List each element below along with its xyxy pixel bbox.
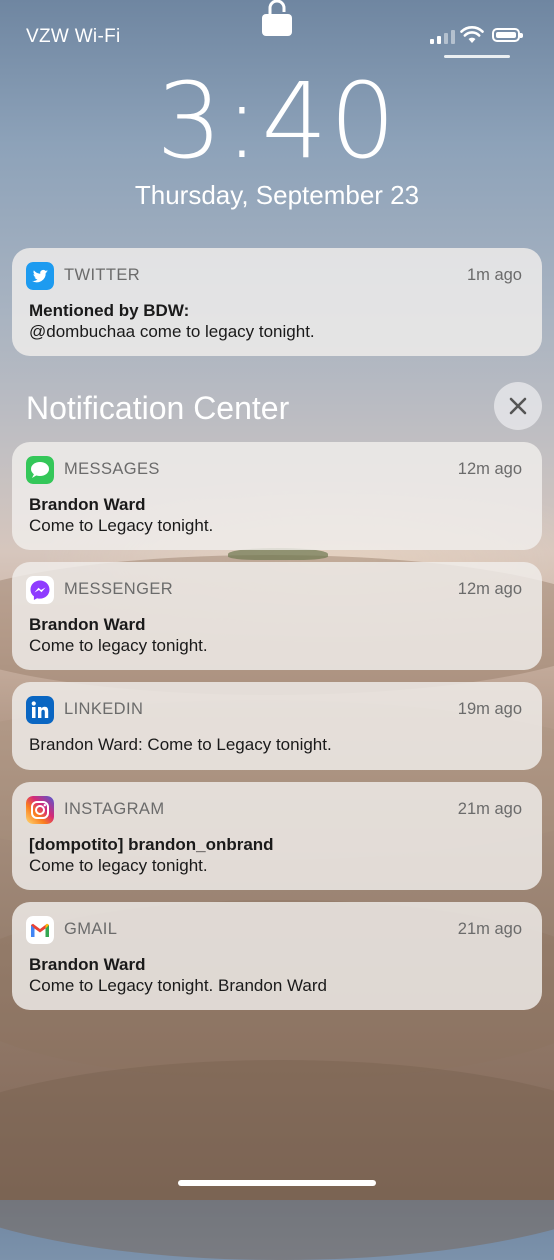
- linkedin-icon: [26, 696, 54, 724]
- time-ago: 21m ago: [457, 920, 522, 938]
- gmail-icon: [26, 916, 54, 944]
- notification-title: Brandon Ward: [29, 615, 146, 634]
- lock-time: 3:40: [156, 60, 398, 182]
- messenger-icon: [26, 576, 54, 604]
- notification-title: Brandon Ward: [29, 955, 146, 974]
- twitter-icon: [26, 262, 54, 290]
- cellular-signal-icon: [430, 30, 455, 44]
- notification-body: @dombuchaa come to legacy tonight.: [29, 322, 315, 341]
- notification-title: [dompotito] brandon_onbrand: [29, 835, 274, 854]
- time-ago: 19m ago: [457, 700, 522, 718]
- notification-body: Come to legacy tonight.: [29, 636, 208, 655]
- notification-linkedin[interactable]: LINKEDIN 19m ago Brandon Ward: Come to L…: [12, 682, 542, 770]
- app-name: INSTAGRAM: [64, 800, 165, 818]
- app-name: GMAIL: [64, 920, 118, 938]
- wifi-icon: [460, 26, 484, 43]
- battery-icon: [492, 28, 523, 42]
- notification-messages[interactable]: MESSAGES 12m ago Brandon Ward Come to Le…: [12, 442, 542, 550]
- notification-twitter[interactable]: TWITTER 1m ago Mentioned by BDW: @dombuc…: [12, 248, 542, 356]
- lock-date: Thursday, September 23: [134, 180, 420, 210]
- notification-body: Brandon Ward: Come to Legacy tonight.: [29, 735, 332, 754]
- close-icon: [509, 397, 527, 415]
- time-ago: 21m ago: [457, 800, 522, 818]
- home-indicator[interactable]: [178, 1180, 376, 1186]
- notification-messenger[interactable]: MESSENGER 12m ago Brandon Ward Come to l…: [12, 562, 542, 670]
- instagram-icon: [26, 796, 54, 824]
- messages-icon: [26, 456, 54, 484]
- lock-icon: [262, 0, 292, 36]
- notification-center-title: Notification Center: [26, 390, 290, 426]
- clear-notifications-button[interactable]: [494, 382, 542, 430]
- app-name: MESSENGER: [64, 580, 174, 598]
- notification-body: Come to legacy tonight.: [29, 856, 208, 875]
- notification-instagram[interactable]: INSTAGRAM 21m ago [dompotito] brandon_on…: [12, 782, 542, 890]
- notification-body: Come to Legacy tonight.: [29, 516, 214, 535]
- app-name: LINKEDIN: [64, 700, 144, 718]
- carrier-label: VZW Wi-Fi: [26, 26, 121, 47]
- app-name: TWITTER: [64, 266, 141, 284]
- notification-title: Brandon Ward: [29, 495, 146, 514]
- notification-title: Mentioned by BDW:: [29, 301, 190, 320]
- control-center-handle[interactable]: [444, 55, 510, 58]
- notification-body: Come to Legacy tonight. Brandon Ward: [29, 976, 327, 995]
- time-ago: 1m ago: [466, 266, 522, 284]
- time-ago: 12m ago: [457, 580, 522, 598]
- notification-gmail[interactable]: GMAIL 21m ago Brandon Ward Come to Legac…: [12, 902, 542, 1010]
- time-ago: 12m ago: [457, 460, 522, 478]
- app-name: MESSAGES: [64, 460, 160, 478]
